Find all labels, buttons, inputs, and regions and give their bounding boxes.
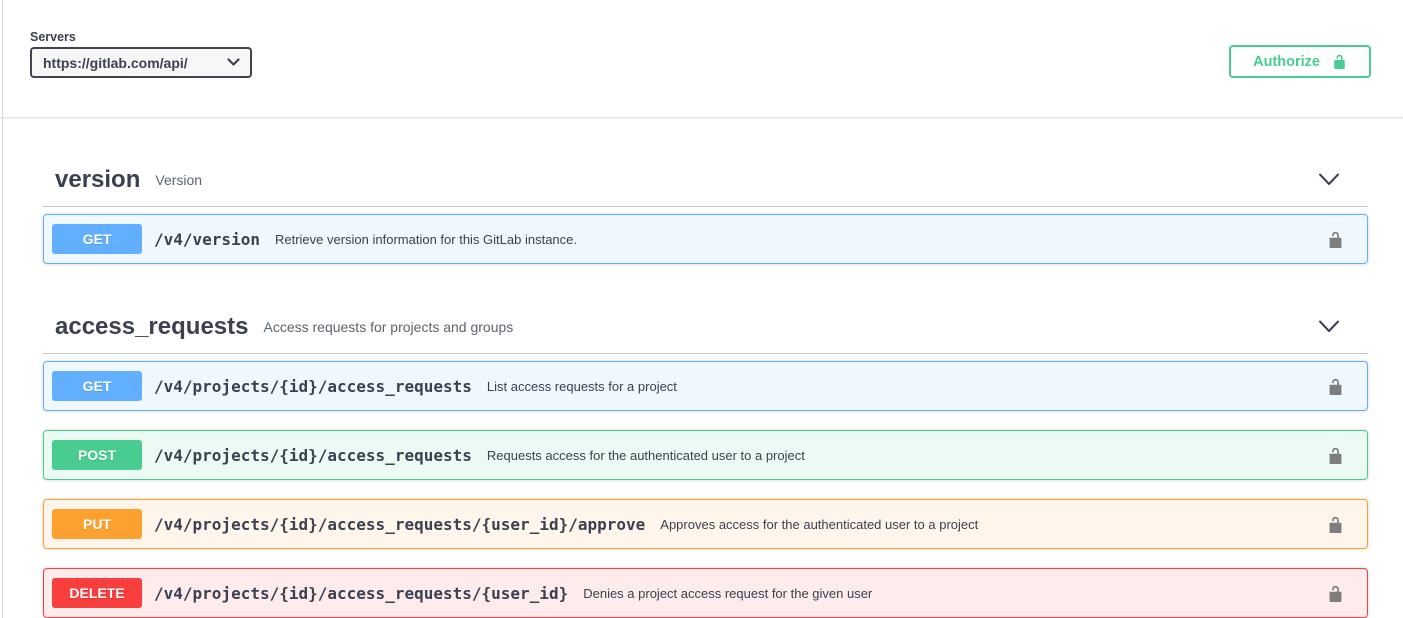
unlock-icon xyxy=(1327,584,1344,603)
chevron-down-icon xyxy=(227,58,240,67)
authorization-lock-button[interactable] xyxy=(1327,584,1344,603)
servers-block: Servers https://gitlab.com/api/ xyxy=(30,30,252,78)
server-select-value: https://gitlab.com/api/ xyxy=(43,55,188,71)
operation-path: /v4/projects/{id}/access_requests xyxy=(154,446,472,465)
operation-path: /v4/projects/{id}/access_requests/{user_… xyxy=(154,515,645,534)
operation-summary: Approves access for the authenticated us… xyxy=(660,517,978,532)
operation-summary: List access requests for a project xyxy=(487,379,677,394)
section-title: access_requests xyxy=(55,310,248,343)
unlock-icon xyxy=(1327,515,1344,534)
section-header-access-requests[interactable]: access_requests Access requests for proj… xyxy=(43,300,1368,354)
unlock-icon xyxy=(1332,53,1347,70)
method-badge: GET xyxy=(52,371,142,401)
method-badge: POST xyxy=(52,440,142,470)
authorization-lock-button[interactable] xyxy=(1327,515,1344,534)
operation-summary: Requests access for the authenticated us… xyxy=(487,448,805,463)
section-header-version[interactable]: version Version xyxy=(43,153,1368,207)
method-badge: PUT xyxy=(52,509,142,539)
method-badge: DELETE xyxy=(52,578,142,608)
method-badge: GET xyxy=(52,224,142,254)
operation-row-post-access-requests[interactable]: POST /v4/projects/{id}/access_requests R… xyxy=(43,430,1368,480)
section-description: Version xyxy=(155,172,202,188)
authorization-lock-button[interactable] xyxy=(1327,377,1344,396)
unlock-icon xyxy=(1327,377,1344,396)
operation-row-put-approve[interactable]: PUT /v4/projects/{id}/access_requests/{u… xyxy=(43,499,1368,549)
operation-row-delete-access-request[interactable]: DELETE /v4/projects/{id}/access_requests… xyxy=(43,568,1368,618)
operation-row-get-version[interactable]: GET /v4/version Retrieve version informa… xyxy=(43,214,1368,264)
authorize-label: Authorize xyxy=(1253,54,1320,70)
operation-path: /v4/version xyxy=(154,230,260,249)
server-select[interactable]: https://gitlab.com/api/ xyxy=(30,47,252,78)
chevron-down-icon xyxy=(1318,172,1340,187)
unlock-icon xyxy=(1327,230,1344,249)
servers-label: Servers xyxy=(30,30,252,44)
unlock-icon xyxy=(1327,446,1344,465)
operation-path: /v4/projects/{id}/access_requests/{user_… xyxy=(154,584,568,603)
api-operations-list: version Version GET /v4/version Retrieve… xyxy=(0,153,1403,618)
authorization-lock-button[interactable] xyxy=(1327,230,1344,249)
section-description: Access requests for projects and groups xyxy=(263,319,513,335)
collapse-section-button[interactable] xyxy=(1318,172,1340,187)
operation-row-get-access-requests[interactable]: GET /v4/projects/{id}/access_requests Li… xyxy=(43,361,1368,411)
collapse-section-button[interactable] xyxy=(1318,319,1340,334)
authorization-lock-button[interactable] xyxy=(1327,446,1344,465)
operation-path: /v4/projects/{id}/access_requests xyxy=(154,377,472,396)
operation-summary: Denies a project access request for the … xyxy=(583,586,872,601)
operation-summary: Retrieve version information for this Gi… xyxy=(275,232,577,247)
scheme-container: Servers https://gitlab.com/api/ Authoriz… xyxy=(0,0,1403,117)
authorize-button[interactable]: Authorize xyxy=(1229,45,1371,78)
chevron-down-icon xyxy=(1318,319,1340,334)
section-title: version xyxy=(55,163,140,196)
